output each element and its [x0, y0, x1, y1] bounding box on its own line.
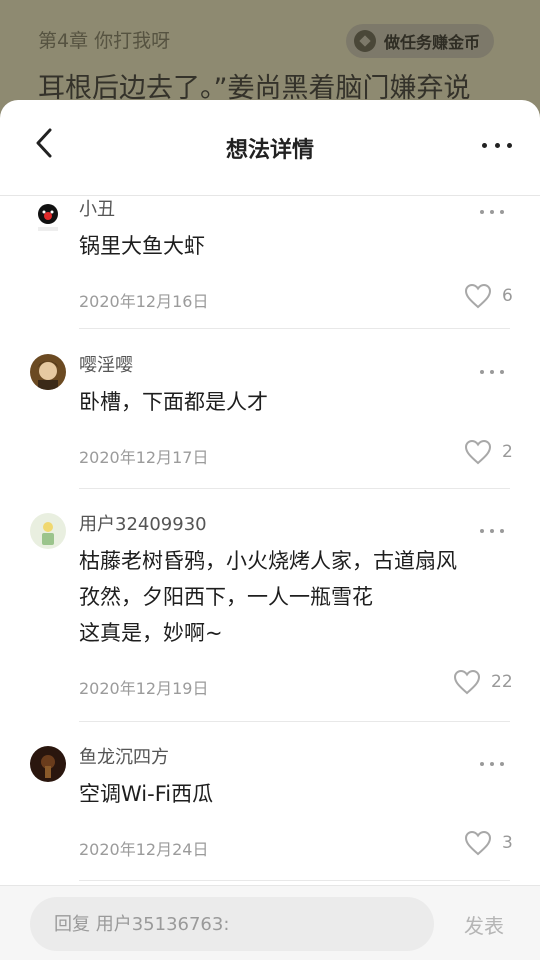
- like-count: 22: [491, 672, 513, 692]
- comment-more-button[interactable]: [480, 368, 504, 376]
- reply-bar: 发表: [0, 885, 540, 960]
- thought-detail-sheet: 想法详情 小丑 锅里大鱼大虾 2020年12月16日 6 嘤淫嘤 卧槽，下面都是…: [0, 100, 540, 960]
- user-avatar-icon: [30, 354, 66, 390]
- like-button[interactable]: 3: [464, 830, 513, 856]
- avatar[interactable]: [30, 513, 66, 549]
- comment-text: 锅里大鱼大虾: [79, 234, 205, 258]
- comment-date: 2020年12月19日: [79, 679, 209, 698]
- earn-coins-task-button[interactable]: 做任务赚金币: [346, 24, 495, 58]
- divider: [79, 880, 510, 881]
- comment-username[interactable]: 小丑: [79, 196, 115, 221]
- heart-icon: [464, 439, 492, 465]
- comment-more-button[interactable]: [480, 760, 504, 768]
- like-count: 6: [502, 286, 513, 306]
- comment-username[interactable]: 嘤淫嘤: [79, 351, 133, 377]
- comment-text: 空调Wi-Fi西瓜: [79, 782, 214, 806]
- comment-date: 2020年12月17日: [79, 448, 209, 467]
- like-button[interactable]: 6: [464, 283, 513, 309]
- more-options-button[interactable]: [482, 130, 512, 160]
- comment-more-button[interactable]: [480, 527, 504, 535]
- like-count: 2: [502, 442, 513, 462]
- clown-avatar-icon: [30, 198, 66, 234]
- avatar[interactable]: [30, 354, 66, 390]
- page-title: 想法详情: [225, 138, 314, 163]
- coin-icon: [354, 30, 376, 52]
- more-dots-icon: [482, 142, 487, 148]
- comment-date: 2020年12月24日: [79, 840, 209, 859]
- heart-icon: [464, 830, 492, 856]
- avatar[interactable]: [30, 746, 66, 782]
- sheet-header: 想法详情: [0, 100, 540, 196]
- reply-input[interactable]: [30, 897, 434, 951]
- comment-more-button[interactable]: [480, 208, 504, 216]
- user-avatar-icon: [30, 746, 66, 782]
- send-button[interactable]: 发表: [464, 910, 504, 939]
- comment-date: 2020年12月16日: [79, 292, 209, 311]
- heart-icon: [453, 669, 481, 695]
- heart-icon: [464, 283, 492, 309]
- like-count: 3: [502, 833, 513, 853]
- comment-list[interactable]: 小丑 锅里大鱼大虾 2020年12月16日 6 嘤淫嘤 卧槽，下面都是人才 20…: [0, 196, 540, 886]
- user-avatar-icon: [30, 513, 66, 549]
- like-button[interactable]: 22: [453, 669, 513, 695]
- divider: [79, 328, 510, 329]
- divider: [79, 488, 510, 489]
- divider: [79, 721, 510, 722]
- like-button[interactable]: 2: [464, 439, 513, 465]
- chapter-title: 第4章 你打我呀: [38, 30, 171, 52]
- comment-text: 卧槽，下面都是人才: [79, 390, 268, 414]
- task-button-label: 做任务赚金币: [384, 33, 481, 52]
- comment-username[interactable]: 用户32409930: [79, 510, 207, 536]
- avatar[interactable]: [30, 198, 66, 234]
- comment-username[interactable]: 鱼龙沉四方: [79, 743, 169, 769]
- comment-text: 枯藤老树昏鸦，小火烧烤人家，古道扇风 孜然，夕阳西下，一人一瓶雪花 这真是，妙啊…: [79, 549, 457, 645]
